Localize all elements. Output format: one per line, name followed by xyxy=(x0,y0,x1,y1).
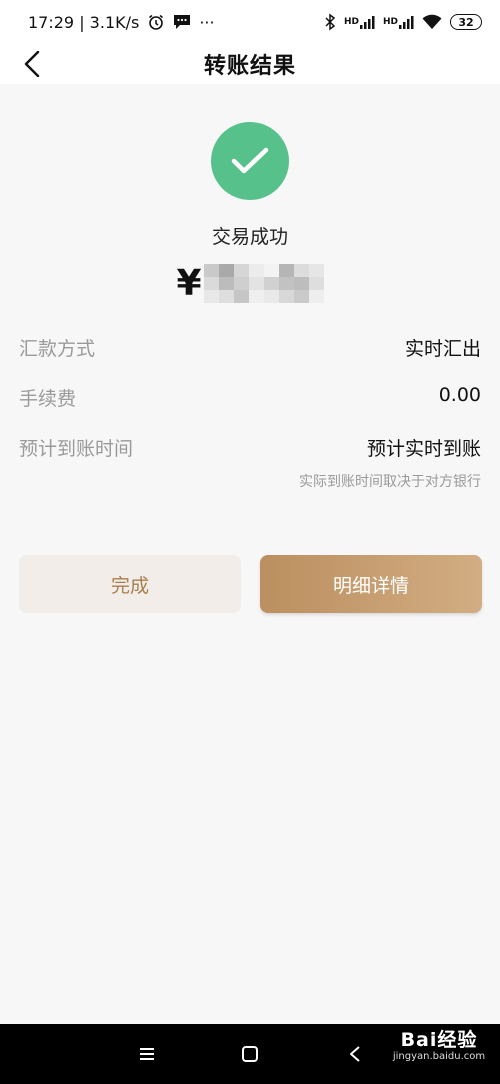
done-button[interactable]: 完成 xyxy=(19,555,241,613)
bluetooth-icon xyxy=(324,13,336,31)
back-triangle-icon xyxy=(350,1046,360,1062)
signal-icon-2: HD xyxy=(383,15,414,29)
page-title: 转账结果 xyxy=(203,54,296,79)
home-button[interactable] xyxy=(238,1042,262,1066)
menu-icon xyxy=(140,1048,154,1060)
amount-row: ¥ xyxy=(176,263,324,304)
amount-obscured-mosaic xyxy=(203,264,324,303)
status-bar-left: 17:29 | 3.1K/s ··· xyxy=(28,13,215,32)
alarm-icon xyxy=(147,13,165,31)
message-icon xyxy=(173,14,191,30)
detail-label: 手续费 xyxy=(19,388,77,410)
status-time-speed: 17:29 | 3.1K/s xyxy=(28,12,140,32)
signal-icon: HD xyxy=(344,15,375,29)
transfer-details: 汇款方式 实时汇出 手续费 0.00 预计到账时间 预计实时到账 实际到账时间取… xyxy=(0,334,500,514)
detail-row-arrival: 预计到账时间 预计实时到账 实际到账时间取决于对方银行 xyxy=(19,434,481,514)
success-badge xyxy=(211,122,289,200)
detail-value: 预计实时到账 xyxy=(366,438,481,460)
watermark-logo: Bai经验 xyxy=(400,1029,478,1051)
watermark: Bai经验 jingyan.baidu.com xyxy=(380,1030,498,1080)
transaction-status: 交易成功 xyxy=(211,226,288,248)
wifi-icon xyxy=(422,14,442,30)
detail-row-method: 汇款方式 实时汇出 xyxy=(19,334,481,384)
detail-button[interactable]: 明细详情 xyxy=(260,555,482,613)
detail-value: 实时汇出 xyxy=(404,338,481,360)
home-square-icon xyxy=(242,1046,258,1062)
checkmark-icon xyxy=(231,147,269,174)
back-button[interactable] xyxy=(14,46,50,82)
detail-row-fee: 手续费 0.00 xyxy=(19,384,481,434)
detail-label: 预计到账时间 xyxy=(19,438,134,460)
status-bar: 17:29 | 3.1K/s ··· HD HD 32 xyxy=(0,0,500,44)
network-type-2: HD xyxy=(382,17,398,27)
chevron-left-icon xyxy=(24,51,40,77)
nav-bar: 转账结果 xyxy=(0,44,500,84)
more-notifications: ··· xyxy=(199,12,215,32)
network-type-1: HD xyxy=(343,17,359,27)
detail-note: 实际到账时间取决于对方银行 xyxy=(299,474,481,490)
system-back-button[interactable] xyxy=(343,1042,367,1066)
action-buttons: 完成 明细详情 xyxy=(19,555,482,613)
arrival-value-group: 预计实时到账 实际到账时间取决于对方银行 xyxy=(299,434,481,491)
watermark-url: jingyan.baidu.com xyxy=(392,1050,486,1062)
menu-button[interactable] xyxy=(135,1042,159,1066)
detail-label: 汇款方式 xyxy=(19,338,96,360)
battery-indicator: 32 xyxy=(450,14,482,30)
detail-value: 0.00 xyxy=(438,384,481,406)
status-bar-right: HD HD 32 xyxy=(324,13,482,31)
result-section: 交易成功 ¥ xyxy=(0,84,500,304)
currency-symbol: ¥ xyxy=(176,263,202,304)
